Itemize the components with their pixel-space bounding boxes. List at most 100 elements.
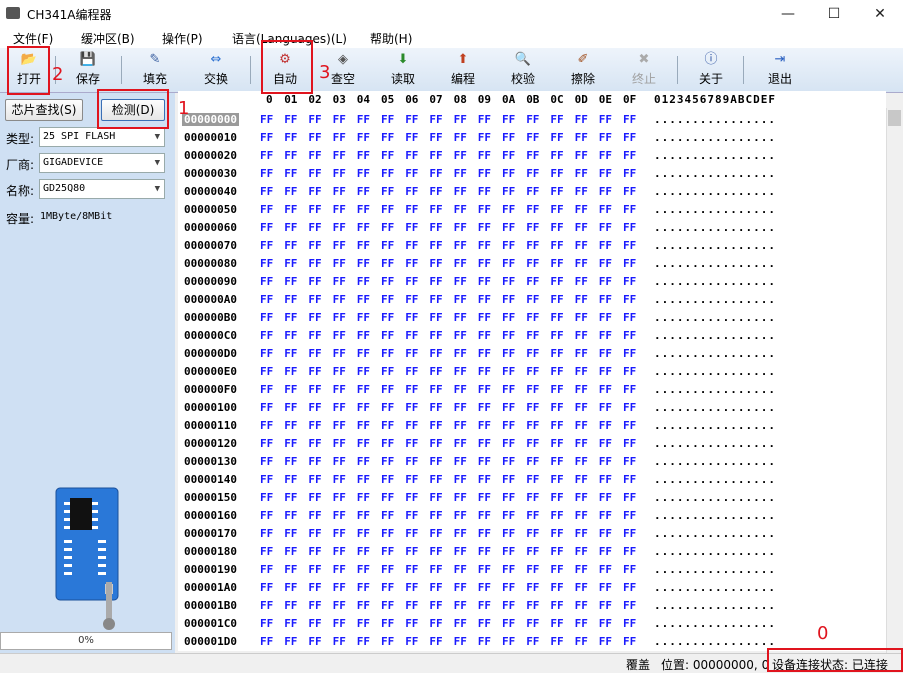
- ascii-cell[interactable]: ................: [654, 599, 776, 612]
- hex-byte[interactable]: FF: [284, 167, 297, 180]
- toolbar-auto-button[interactable]: ⚙ 自动: [260, 50, 310, 90]
- hex-byte[interactable]: FF: [454, 635, 467, 648]
- hex-byte[interactable]: FF: [599, 113, 612, 126]
- hex-byte[interactable]: FF: [357, 203, 370, 216]
- hex-row[interactable]: 00000180 FF FF FF FF FF FF FF FF FF FF FF FF FF FF FF FF…: [178, 544, 886, 562]
- hex-byte[interactable]: FF: [550, 527, 563, 540]
- hex-byte[interactable]: FF: [405, 419, 418, 432]
- hex-byte[interactable]: FF: [308, 293, 321, 306]
- ascii-cell[interactable]: ................: [654, 239, 776, 252]
- hex-byte[interactable]: FF: [308, 185, 321, 198]
- hex-byte[interactable]: FF: [599, 437, 612, 450]
- hex-byte[interactable]: FF: [429, 473, 442, 486]
- hex-byte[interactable]: FF: [478, 311, 491, 324]
- hex-byte[interactable]: FF: [429, 275, 442, 288]
- hex-row[interactable]: 000000F0 FF FF FF FF FF FF FF FF FF FF FF FF FF FF FF FF…: [178, 382, 886, 400]
- hex-byte[interactable]: FF: [478, 545, 491, 558]
- hex-byte[interactable]: FF: [284, 563, 297, 576]
- toolbar-exit-button[interactable]: ⇥ 退出: [755, 50, 805, 90]
- hex-byte[interactable]: FF: [550, 491, 563, 504]
- hex-byte[interactable]: FF: [599, 347, 612, 360]
- hex-row[interactable]: 000000A0 FF FF FF FF FF FF FF FF FF FF FF FF FF FF FF FF…: [178, 292, 886, 310]
- hex-byte[interactable]: FF: [381, 329, 394, 342]
- hex-byte[interactable]: FF: [405, 203, 418, 216]
- hex-byte[interactable]: FF: [599, 257, 612, 270]
- hex-byte[interactable]: FF: [429, 329, 442, 342]
- ascii-cell[interactable]: ................: [654, 509, 776, 522]
- toolbar-erase-button[interactable]: ✐ 擦除: [558, 50, 608, 90]
- hex-byte[interactable]: FF: [526, 239, 539, 252]
- ascii-cell[interactable]: ................: [654, 347, 776, 360]
- hex-byte[interactable]: FF: [575, 293, 588, 306]
- ascii-cell[interactable]: ................: [654, 221, 776, 234]
- hex-byte[interactable]: FF: [308, 599, 321, 612]
- hex-byte[interactable]: FF: [429, 527, 442, 540]
- hex-byte[interactable]: FF: [308, 257, 321, 270]
- hex-byte[interactable]: FF: [429, 347, 442, 360]
- hex-byte[interactable]: FF: [381, 257, 394, 270]
- hex-row[interactable]: 00000030 FF FF FF FF FF FF FF FF FF FF FF FF FF FF FF FF…: [178, 166, 886, 184]
- hex-byte[interactable]: FF: [623, 275, 636, 288]
- hex-byte[interactable]: FF: [284, 275, 297, 288]
- hex-byte[interactable]: FF: [478, 113, 491, 126]
- hex-byte[interactable]: FF: [284, 509, 297, 522]
- hex-byte[interactable]: FF: [575, 113, 588, 126]
- hex-byte[interactable]: FF: [526, 455, 539, 468]
- hex-byte[interactable]: FF: [575, 383, 588, 396]
- hex-byte[interactable]: FF: [575, 221, 588, 234]
- hex-byte[interactable]: FF: [405, 563, 418, 576]
- ascii-cell[interactable]: ................: [654, 545, 776, 558]
- hex-byte[interactable]: FF: [284, 581, 297, 594]
- ascii-cell[interactable]: ................: [654, 437, 776, 450]
- hex-byte[interactable]: FF: [357, 617, 370, 630]
- hex-byte[interactable]: FF: [381, 491, 394, 504]
- hex-row[interactable]: 00000080 FF FF FF FF FF FF FF FF FF FF FF FF FF FF FF FF…: [178, 256, 886, 274]
- hex-byte[interactable]: FF: [454, 203, 467, 216]
- hex-byte[interactable]: FF: [381, 113, 394, 126]
- ascii-cell[interactable]: ................: [654, 257, 776, 270]
- hex-byte[interactable]: FF: [599, 599, 612, 612]
- hex-byte[interactable]: FF: [405, 347, 418, 360]
- hex-byte[interactable]: FF: [502, 275, 515, 288]
- hex-byte[interactable]: FF: [454, 365, 467, 378]
- hex-byte[interactable]: FF: [381, 347, 394, 360]
- hex-byte[interactable]: FF: [405, 401, 418, 414]
- ascii-cell[interactable]: ................: [654, 113, 776, 126]
- hex-byte[interactable]: FF: [308, 473, 321, 486]
- hex-byte[interactable]: FF: [623, 527, 636, 540]
- hex-byte[interactable]: FF: [405, 149, 418, 162]
- hex-byte[interactable]: FF: [575, 563, 588, 576]
- menu-help[interactable]: 帮助(H): [370, 30, 412, 47]
- hex-byte[interactable]: FF: [381, 275, 394, 288]
- hex-byte[interactable]: FF: [502, 599, 515, 612]
- hex-byte[interactable]: FF: [260, 347, 273, 360]
- hex-byte[interactable]: FF: [478, 203, 491, 216]
- hex-byte[interactable]: FF: [429, 545, 442, 558]
- hex-byte[interactable]: FF: [405, 383, 418, 396]
- hex-byte[interactable]: FF: [599, 545, 612, 558]
- hex-byte[interactable]: FF: [478, 365, 491, 378]
- ascii-cell[interactable]: ................: [654, 203, 776, 216]
- hex-byte[interactable]: FF: [333, 617, 346, 630]
- hex-byte[interactable]: FF: [550, 221, 563, 234]
- hex-byte[interactable]: FF: [599, 203, 612, 216]
- hex-byte[interactable]: FF: [381, 545, 394, 558]
- hex-byte[interactable]: FF: [526, 509, 539, 522]
- hex-byte[interactable]: FF: [284, 185, 297, 198]
- hex-byte[interactable]: FF: [308, 239, 321, 252]
- ascii-cell[interactable]: ................: [654, 383, 776, 396]
- hex-byte[interactable]: FF: [308, 581, 321, 594]
- hex-row[interactable]: 000000D0 FF FF FF FF FF FF FF FF FF FF FF FF FF FF FF FF…: [178, 346, 886, 364]
- hex-byte[interactable]: FF: [333, 419, 346, 432]
- hex-byte[interactable]: FF: [260, 365, 273, 378]
- hex-byte[interactable]: FF: [308, 437, 321, 450]
- hex-byte[interactable]: FF: [623, 509, 636, 522]
- hex-byte[interactable]: FF: [526, 581, 539, 594]
- hex-byte[interactable]: FF: [333, 455, 346, 468]
- hex-byte[interactable]: FF: [623, 311, 636, 324]
- hex-byte[interactable]: FF: [284, 149, 297, 162]
- hex-byte[interactable]: FF: [526, 131, 539, 144]
- hex-byte[interactable]: FF: [333, 509, 346, 522]
- hex-row[interactable]: 00000100 FF FF FF FF FF FF FF FF FF FF FF FF FF FF FF FF…: [178, 400, 886, 418]
- hex-byte[interactable]: FF: [478, 563, 491, 576]
